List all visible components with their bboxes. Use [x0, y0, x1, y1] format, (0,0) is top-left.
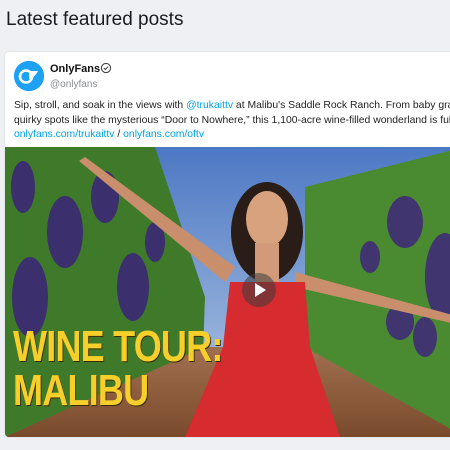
verified-badge-icon — [100, 62, 112, 74]
post-text-segment: at Malibu's Saddle Rock Ranch. From baby… — [235, 100, 450, 111]
mention-link[interactable]: @trukaittv — [186, 100, 233, 111]
profile-link-trukaittv[interactable]: onlyfans.com/trukaittv — [14, 129, 114, 140]
overlay-title-line-1: WINE TOUR: — [13, 322, 223, 371]
play-icon — [255, 283, 266, 297]
featured-post-card[interactable]: OnlyFans @onlyfans Sip, stroll, and soak… — [5, 52, 450, 437]
post-links-line: onlyfans.com/trukaittv / onlyfans.com/of… — [14, 128, 450, 143]
post-video[interactable]: WINE TOUR: MALIBU — [5, 147, 450, 437]
section-title: Latest featured posts — [6, 9, 184, 30]
play-button[interactable] — [242, 273, 276, 307]
author-name[interactable]: OnlyFans — [50, 63, 100, 75]
video-overlay-title: WINE TOUR: MALIBU — [13, 325, 223, 413]
overlay-title-line-2: MALIBU — [13, 366, 149, 415]
post-text-line-1: Sip, stroll, and soak in the views with … — [14, 99, 450, 114]
link-separator: / — [117, 129, 121, 140]
author-handle[interactable]: @onlyfans — [50, 79, 97, 90]
avatar[interactable] — [14, 61, 44, 91]
profile-link-oftv[interactable]: onlyfans.com/oftv — [123, 129, 204, 140]
onlyfans-logo-icon — [14, 61, 44, 91]
post-text-line-2: quirky spots like the mysterious “Door t… — [14, 114, 450, 126]
post-text-segment: Sip, stroll, and soak in the views with — [14, 100, 187, 111]
post-text: Sip, stroll, and soak in the views with … — [14, 99, 450, 143]
